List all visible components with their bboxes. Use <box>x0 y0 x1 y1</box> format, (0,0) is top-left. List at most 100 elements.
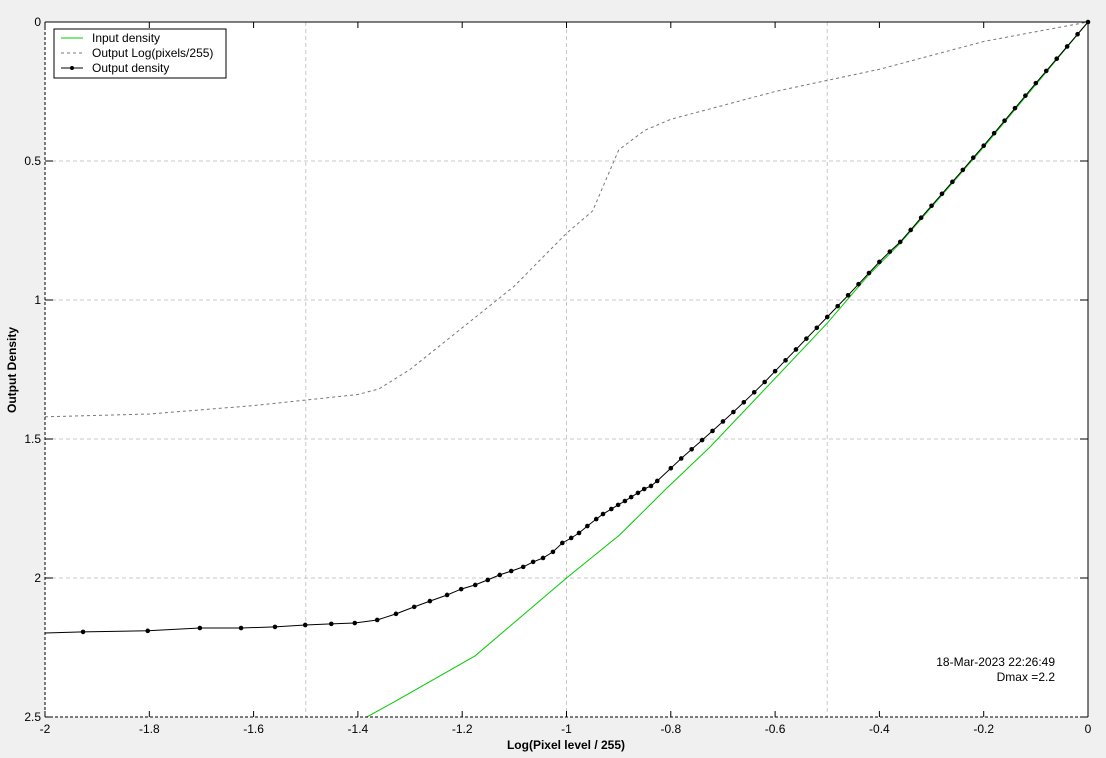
output-density-point <box>641 486 647 492</box>
output-density-point <box>1002 118 1007 123</box>
timestamp-annotation: 18-Mar-2023 22:26:49 <box>936 655 1055 669</box>
x-axis-label: Log(Pixel level / 255) <box>507 738 625 752</box>
output-density-point <box>560 540 565 546</box>
x-tick-label: -1.2 <box>452 722 473 736</box>
output-density-point <box>970 155 976 160</box>
output-density-point <box>887 249 893 254</box>
output-density-point <box>835 303 840 309</box>
output-density-point <box>585 523 590 529</box>
output-density-point <box>814 325 820 331</box>
output-density-point <box>804 336 809 341</box>
output-density-point <box>411 604 417 610</box>
output-density-point <box>877 259 882 265</box>
output-density-point <box>1012 105 1018 111</box>
y-tick-label: 1 <box>34 293 41 307</box>
dmax-annotation: Dmax =2.2 <box>997 670 1056 684</box>
output-density-point <box>1075 31 1080 37</box>
output-density-point <box>497 572 503 578</box>
output-density-point <box>856 281 861 287</box>
x-tick-label: -0.8 <box>660 722 681 736</box>
output-density-point <box>622 498 628 504</box>
y-tick-label: 0 <box>34 15 41 29</box>
output-density-point <box>427 598 433 604</box>
output-density-point <box>793 347 799 352</box>
x-tick-label: -2 <box>40 722 51 736</box>
output-density-point <box>991 130 997 136</box>
output-density-point <box>600 511 606 517</box>
output-density-point <box>145 628 151 634</box>
output-density-point <box>1054 56 1060 61</box>
output-density-point <box>950 179 955 185</box>
output-density-point <box>897 239 903 245</box>
output-density-point <box>1023 93 1028 98</box>
x-tick-label: -1.6 <box>243 722 264 736</box>
output-density-point <box>824 314 830 320</box>
output-density-point <box>530 559 536 565</box>
output-density-point <box>568 535 574 541</box>
output-density-point <box>908 227 913 233</box>
output-density-point <box>302 622 308 628</box>
output-density-point <box>678 456 684 461</box>
output-density-point <box>960 167 966 173</box>
output-density-point <box>866 270 872 276</box>
output-density-point <box>668 465 674 471</box>
output-density-point <box>654 478 660 484</box>
output-density-point <box>1064 44 1070 49</box>
output-density-point <box>472 582 478 588</box>
y-tick-label: 2.5 <box>24 710 41 724</box>
output-density-point <box>918 215 924 221</box>
y-axis-label: Output Density <box>5 327 19 413</box>
output-density-point <box>699 437 705 443</box>
output-density-point <box>550 549 556 555</box>
output-density-point <box>238 625 244 631</box>
legend-label-output-density: Output density <box>92 61 169 75</box>
y-tick-label: 2 <box>34 571 41 585</box>
x-tick-label: -1.8 <box>139 722 160 736</box>
output-density-point <box>628 494 634 500</box>
output-density-point <box>783 358 788 363</box>
output-density-point <box>374 617 380 623</box>
output-density-point <box>772 368 778 374</box>
y-tick-label: 0.5 <box>24 154 41 168</box>
legend-marker-output-density <box>70 66 74 70</box>
output-density-point <box>751 389 757 395</box>
y-tick-label: 1.5 <box>24 432 41 446</box>
output-density-point <box>1033 80 1039 86</box>
output-density-point <box>444 592 450 598</box>
output-density-point <box>197 625 203 631</box>
x-tick-label: -1 <box>561 722 572 736</box>
output-density-point <box>845 292 851 298</box>
legend: Input density Output Log(pixels/255) Out… <box>53 28 227 79</box>
x-tick-label: -0.6 <box>765 722 786 736</box>
output-density-point <box>393 611 399 617</box>
output-density-point <box>1043 68 1049 74</box>
x-tick-label: -0.4 <box>869 722 890 736</box>
output-density-point <box>352 620 358 626</box>
output-density-point <box>981 143 986 149</box>
output-density-point <box>741 400 747 405</box>
output-density-point <box>508 568 514 574</box>
output-density-point <box>593 516 599 522</box>
output-density-point <box>272 624 278 630</box>
output-density-point <box>689 446 694 452</box>
output-density-point <box>540 555 546 561</box>
output-density-point <box>458 586 464 592</box>
output-density-point <box>635 490 641 496</box>
output-density-point <box>939 191 945 197</box>
output-density-point <box>80 629 86 635</box>
output-density-point <box>615 502 621 508</box>
legend-label-input-density: Input density <box>92 31 160 45</box>
x-tick-label: -0.2 <box>973 722 994 736</box>
output-density-point <box>576 530 582 536</box>
output-density-point <box>731 409 736 415</box>
output-density-point <box>520 564 526 570</box>
output-density-point <box>485 577 491 583</box>
output-density-point <box>648 483 654 489</box>
x-tick-label: -1.4 <box>348 722 369 736</box>
output-density-point <box>929 203 934 209</box>
output-density-point <box>762 379 767 385</box>
output-density-point <box>329 621 334 627</box>
legend-label-output-log: Output Log(pixels/255) <box>92 46 213 60</box>
density-chart: -2 -1.8 -1.6 -1.4 -1.2 -1 -0.8 -0.6 -0.4 -0.2 0 0 0.… <box>5 15 1092 752</box>
output-density-point <box>710 428 715 434</box>
